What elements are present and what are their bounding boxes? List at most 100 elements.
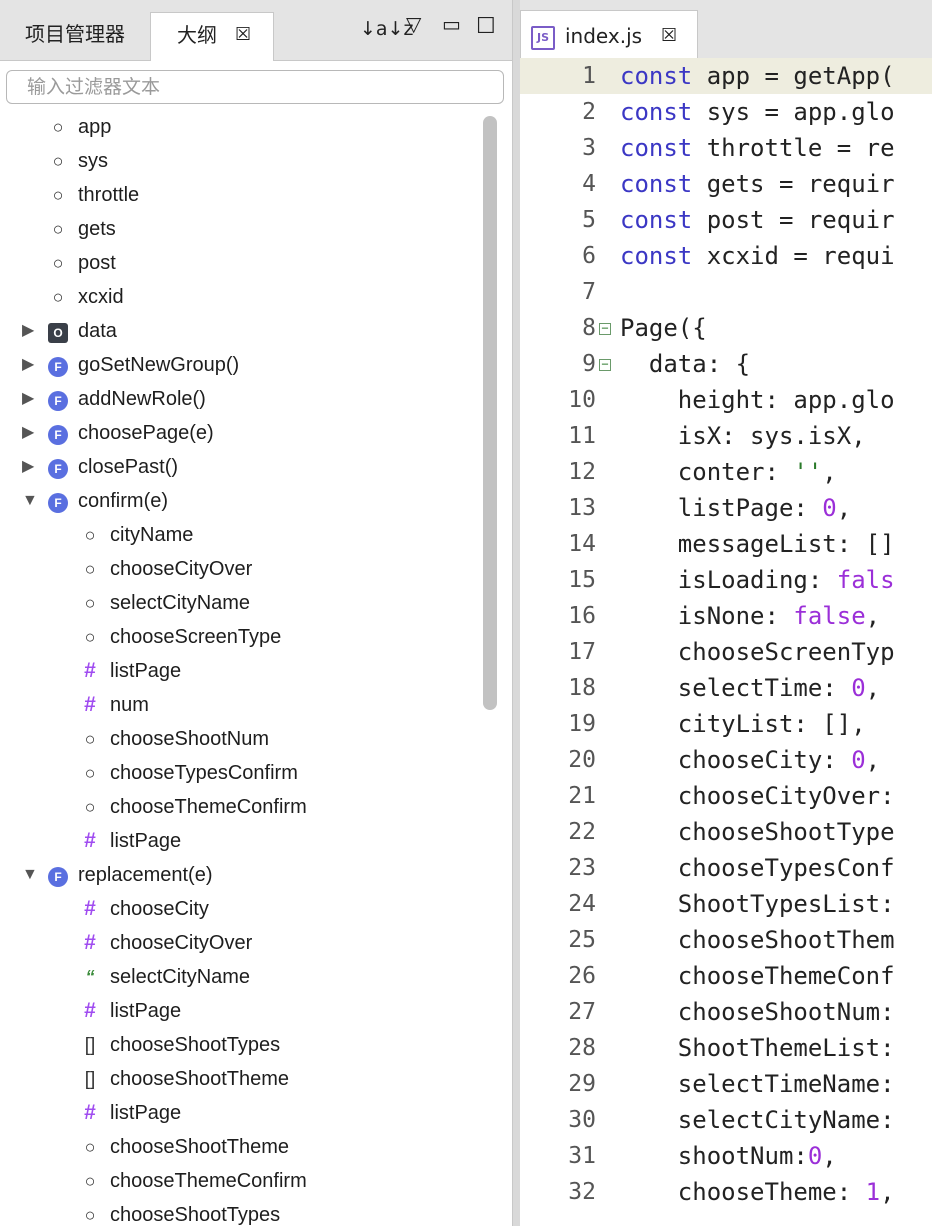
code-line[interactable]: 32 chooseTheme: 1, — [520, 1174, 932, 1210]
code-line[interactable]: 1 const app = getApp( — [520, 58, 932, 94]
code-line[interactable]: 12 conter: '', — [520, 454, 932, 490]
filter-input[interactable]: 输入过滤器文本 — [6, 70, 504, 104]
tab-project-manager[interactable]: 项目管理器 — [0, 12, 151, 60]
code-token: isX: sys.isX, — [620, 422, 866, 450]
outline-item[interactable]: # listPage — [0, 1096, 480, 1130]
outline-item[interactable]: # listPage — [0, 654, 480, 688]
code-line[interactable]: 20 chooseCity: 0, — [520, 742, 932, 778]
collapsed-arrow-icon[interactable]: ▶ — [22, 382, 34, 416]
code-line[interactable]: 23 chooseTypesConf — [520, 850, 932, 886]
code-line[interactable]: 9− data: { — [520, 346, 932, 382]
code-line[interactable]: 27 chooseShootNum: — [520, 994, 932, 1030]
outline-item[interactable]: ▼ Fconfirm(e) — [0, 484, 480, 518]
expanded-arrow-icon[interactable]: ▼ — [22, 858, 38, 892]
code-line[interactable]: 3 const throttle = re — [520, 130, 932, 166]
code-line[interactable]: 26 chooseThemeConf — [520, 958, 932, 994]
code-line[interactable]: 19 cityList: [], — [520, 706, 932, 742]
close-icon[interactable]: ☒ — [661, 11, 677, 61]
outline-item[interactable]: ○ gets — [0, 212, 480, 246]
close-icon[interactable]: ☒ — [235, 13, 251, 57]
fold-toggle-icon[interactable]: − — [599, 322, 611, 335]
outline-item[interactable]: ○ chooseShootNum — [0, 722, 480, 756]
outline-item[interactable]: ○ xcxid — [0, 280, 480, 314]
outline-item[interactable]: ○ post — [0, 246, 480, 280]
outline-item[interactable]: ▼ Freplacement(e) — [0, 858, 480, 892]
outline-item[interactable]: ○ selectCityName — [0, 586, 480, 620]
outline-item[interactable]: # listPage — [0, 994, 480, 1028]
outline-item[interactable]: # chooseCity — [0, 892, 480, 926]
code-line[interactable]: 28 ShootThemeList: — [520, 1030, 932, 1066]
outline-item[interactable]: ○ chooseCityOver — [0, 552, 480, 586]
code-line[interactable]: 6 const xcxid = requi — [520, 238, 932, 274]
code-text: chooseShootThem — [620, 922, 895, 958]
fold-toggle-icon[interactable]: − — [599, 358, 611, 371]
code-line[interactable]: 7 — [520, 274, 932, 310]
expanded-arrow-icon[interactable]: ▼ — [22, 484, 38, 518]
outline-item[interactable]: ▶ Odata — [0, 314, 480, 348]
outline-item[interactable]: [] chooseShootTypes — [0, 1028, 480, 1062]
outline-item[interactable]: ○ chooseShootTypes — [0, 1198, 480, 1226]
code-line[interactable]: 22 chooseShootType — [520, 814, 932, 850]
code-line[interactable]: 4 const gets = requir — [520, 166, 932, 202]
literal-token: 1 — [865, 1178, 881, 1206]
tab-index-js[interactable]: JS index.js ☒ — [520, 10, 698, 61]
tab-outline[interactable]: 大纲 ☒ — [150, 12, 274, 61]
outline-item[interactable]: ○ chooseShootTheme — [0, 1130, 480, 1164]
code-text: const app = getApp( — [620, 58, 895, 94]
code-line[interactable]: 31 shootNum:0, — [520, 1138, 932, 1174]
collapsed-arrow-icon[interactable]: ▶ — [22, 450, 34, 484]
line-number: 26 — [568, 963, 596, 989]
outline-scrollbar[interactable] — [483, 116, 497, 710]
code-line[interactable]: 21 chooseCityOver: — [520, 778, 932, 814]
line-number: 6 — [582, 243, 596, 269]
code-line[interactable]: 24 ShootTypesList: — [520, 886, 932, 922]
outline-item[interactable]: ▶ FgoSetNewGroup() — [0, 348, 480, 382]
code-line[interactable]: 14 messageList: [] — [520, 526, 932, 562]
code-line[interactable]: 2 const sys = app.glo — [520, 94, 932, 130]
outline-item[interactable]: ○ chooseThemeConfirm — [0, 790, 480, 824]
outline-item[interactable]: ○ chooseTypesConfirm — [0, 756, 480, 790]
code-line[interactable]: 18 selectTime: 0, — [520, 670, 932, 706]
outline-item[interactable]: # chooseCityOver — [0, 926, 480, 960]
outline-item[interactable]: ○ chooseScreenType — [0, 620, 480, 654]
code-line[interactable]: 5 const post = requir — [520, 202, 932, 238]
code-text: listPage: 0, — [620, 490, 851, 526]
code-line[interactable]: 15 isLoading: fals — [520, 562, 932, 598]
code-token: , — [880, 1178, 895, 1206]
outline-item-label: choosePage(e) — [78, 422, 214, 444]
code-line[interactable]: 8− Page({ — [520, 310, 932, 346]
line-number: 8 — [582, 315, 596, 341]
code-text: cityList: [], — [620, 706, 866, 742]
line-number: 13 — [568, 495, 596, 521]
code-line[interactable]: 25 chooseShootThem — [520, 922, 932, 958]
collapsed-arrow-icon[interactable]: ▶ — [22, 314, 34, 348]
outline-item[interactable]: # listPage — [0, 824, 480, 858]
code-line[interactable]: 30 selectCityName: — [520, 1102, 932, 1138]
code-line[interactable]: 17 chooseScreenTyp — [520, 634, 932, 670]
outline-item[interactable]: ○ chooseThemeConfirm — [0, 1164, 480, 1198]
outline-item[interactable]: ○ sys — [0, 144, 480, 178]
line-number: 10 — [568, 387, 596, 413]
collapsed-arrow-icon[interactable]: ▶ — [22, 416, 34, 450]
maximize-icon[interactable]: ☐ — [476, 14, 496, 39]
minimize-icon[interactable]: ▭ — [442, 12, 461, 36]
outline-item[interactable]: ○ app — [0, 110, 480, 144]
code-line[interactable]: 13 listPage: 0, — [520, 490, 932, 526]
outline-item[interactable]: # num — [0, 688, 480, 722]
outline-item[interactable]: ▶ FchoosePage(e) — [0, 416, 480, 450]
outline-item[interactable]: ○ cityName — [0, 518, 480, 552]
line-number: 32 — [568, 1179, 596, 1205]
outline-item[interactable]: ▶ FaddNewRole() — [0, 382, 480, 416]
outline-item[interactable]: [] chooseShootTheme — [0, 1062, 480, 1096]
code-token: chooseThemeConf — [620, 962, 895, 990]
outline-item[interactable]: “ selectCityName — [0, 960, 480, 994]
field-icon: ○ — [52, 117, 64, 137]
outline-item[interactable]: ▶ FclosePast() — [0, 450, 480, 484]
view-menu-icon[interactable]: ▽ — [406, 12, 421, 36]
code-line[interactable]: 16 isNone: false, — [520, 598, 932, 634]
outline-item[interactable]: ○ throttle — [0, 178, 480, 212]
collapsed-arrow-icon[interactable]: ▶ — [22, 348, 34, 382]
code-line[interactable]: 11 isX: sys.isX, — [520, 418, 932, 454]
code-line[interactable]: 29 selectTimeName: — [520, 1066, 932, 1102]
code-line[interactable]: 10 height: app.glo — [520, 382, 932, 418]
